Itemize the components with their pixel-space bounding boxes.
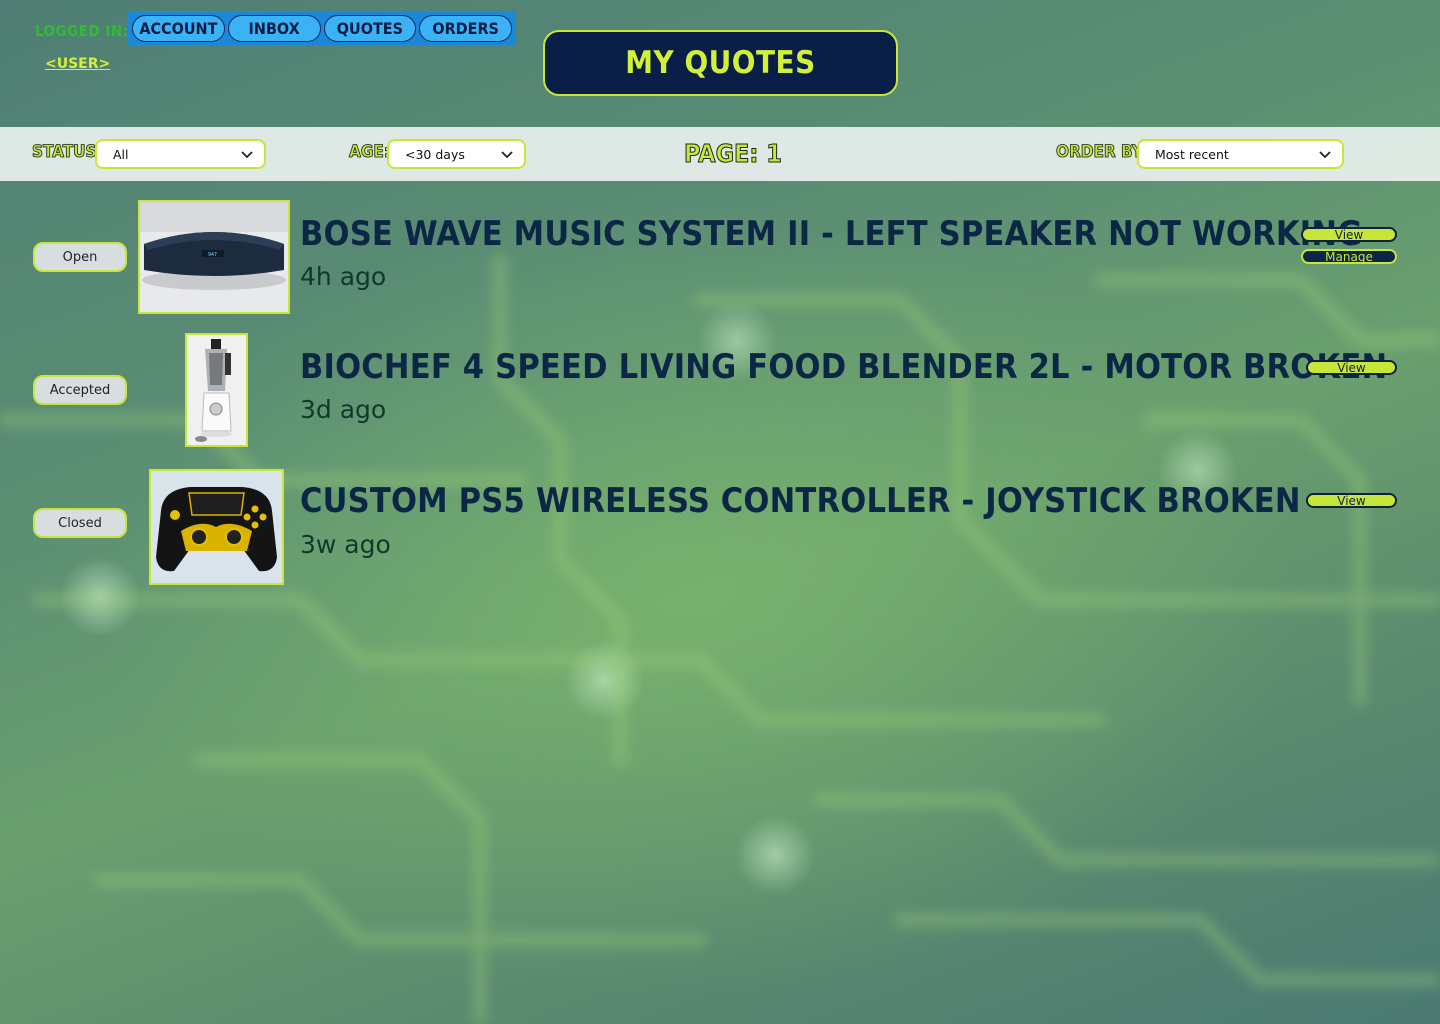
order-by-select[interactable]: Most recent — [1137, 139, 1344, 169]
quote-age: 3d ago — [300, 395, 387, 424]
quote-title[interactable]: BioChef 4 Speed Living Food Blender 2L -… — [300, 347, 1387, 387]
view-button[interactable]: View — [1306, 360, 1397, 375]
logged-in-label: Logged in: — [35, 22, 129, 40]
main-nav: Account Inbox Quotes Orders — [128, 11, 516, 46]
chevron-down-icon — [501, 151, 513, 159]
nav-orders-button[interactable]: Orders — [419, 15, 512, 42]
chevron-down-icon — [1319, 151, 1331, 159]
product-image[interactable] — [149, 469, 284, 585]
quote-row: Accepted BioChef 4 Speed Living Food Ble… — [0, 333, 1440, 448]
user-link[interactable]: <user> — [45, 56, 110, 72]
quote-title[interactable]: Custom PS5 Wireless Controller - joystic… — [300, 481, 1301, 521]
view-button[interactable]: View — [1301, 227, 1397, 242]
quote-row: Open 947 Bose Wave Music System II - lef… — [0, 200, 1440, 315]
status-filter-select[interactable]: All — [95, 139, 266, 169]
age-filter-select[interactable]: <30 days — [387, 139, 526, 169]
page-title: My Quotes — [625, 45, 816, 81]
svg-text:947: 947 — [208, 252, 217, 258]
status-badge: Closed — [33, 508, 127, 538]
chevron-down-icon — [241, 151, 253, 159]
page-indicator: Page: 1 — [684, 139, 783, 169]
nav-account-button[interactable]: Account — [132, 15, 225, 42]
quote-title[interactable]: Bose Wave Music System II - left speaker… — [300, 214, 1362, 254]
nav-inbox-button[interactable]: Inbox — [227, 15, 321, 42]
blender-image — [187, 335, 246, 445]
age-filter-value: <30 days — [405, 146, 465, 162]
quote-age: 3w ago — [300, 530, 391, 559]
order-by-label: Order by: — [1056, 142, 1148, 163]
status-badge: Accepted — [33, 375, 127, 405]
quote-row: Closed Custom PS5 Wireless Controller - … — [0, 469, 1440, 586]
status-badge: Open — [33, 242, 127, 272]
quote-age: 4h ago — [300, 262, 387, 291]
product-image[interactable]: 947 — [138, 200, 290, 314]
status-filter-label: Status: — [32, 142, 103, 163]
speaker-image: 947 — [140, 202, 288, 312]
nav-quotes-button[interactable]: Quotes — [323, 15, 417, 42]
product-image[interactable] — [185, 333, 248, 447]
manage-button[interactable]: Manage — [1301, 249, 1397, 264]
status-filter-value: All — [113, 146, 129, 162]
filter-bar: Status: All Age: <30 days Page: 1 Order … — [0, 127, 1440, 181]
view-button[interactable]: View — [1306, 493, 1397, 508]
order-by-value: Most recent — [1155, 146, 1229, 162]
age-filter-label: Age: — [349, 142, 391, 163]
page-title-box: My Quotes — [543, 30, 898, 96]
controller-image — [151, 471, 282, 583]
